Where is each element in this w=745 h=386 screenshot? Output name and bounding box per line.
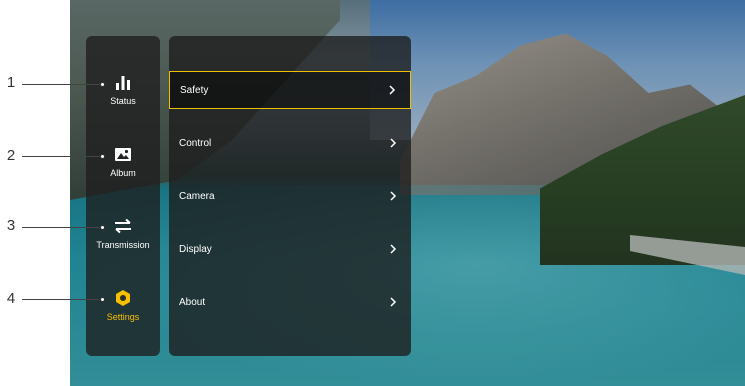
callout-line	[22, 299, 102, 300]
callout-number: 1	[6, 74, 16, 91]
menu-item-label: Camera	[179, 190, 215, 202]
menu-item-label: Safety	[180, 84, 209, 96]
callout-dot	[100, 82, 105, 87]
image-icon	[112, 144, 134, 164]
chevron-right-icon	[387, 190, 399, 202]
chevron-right-icon	[387, 137, 399, 149]
bar-chart-icon	[112, 72, 134, 92]
chevron-right-icon	[386, 84, 398, 96]
menu-item-camera[interactable]: Camera	[169, 177, 411, 215]
menu-item-label: About	[179, 296, 206, 308]
menu-item-display[interactable]: Display	[169, 230, 411, 268]
swap-arrows-icon	[112, 216, 134, 236]
rail-item-album[interactable]: Album	[86, 136, 160, 186]
menu-item-about[interactable]: About	[169, 283, 411, 321]
rail-item-label: Settings	[106, 312, 140, 322]
menu-item-control[interactable]: Control	[169, 124, 411, 162]
settings-menu: Safety Control Camera Display About	[169, 36, 411, 356]
callout-line	[22, 227, 102, 228]
callout-dot	[100, 225, 105, 230]
callout-line	[22, 84, 102, 85]
rail-item-label: Status	[110, 96, 136, 106]
rail-item-transmission[interactable]: Transmission	[86, 208, 160, 258]
rail-item-label: Album	[110, 168, 136, 178]
menu-item-label: Display	[179, 243, 212, 255]
callout-dot	[100, 154, 105, 159]
rail-item-label: Transmission	[96, 240, 150, 250]
menu-item-safety[interactable]: Safety	[169, 71, 411, 109]
callout-number: 3	[6, 217, 16, 234]
menu-item-label: Control	[179, 137, 212, 149]
chevron-right-icon	[387, 296, 399, 308]
rail-item-settings[interactable]: Settings	[86, 280, 160, 330]
callout-line	[22, 156, 102, 157]
callout-number: 4	[6, 290, 16, 307]
callout-number: 2	[6, 147, 16, 164]
chevron-right-icon	[387, 243, 399, 255]
settings-hex-icon	[112, 288, 134, 308]
rail-item-status[interactable]: Status	[86, 64, 160, 114]
callout-dot	[100, 297, 105, 302]
